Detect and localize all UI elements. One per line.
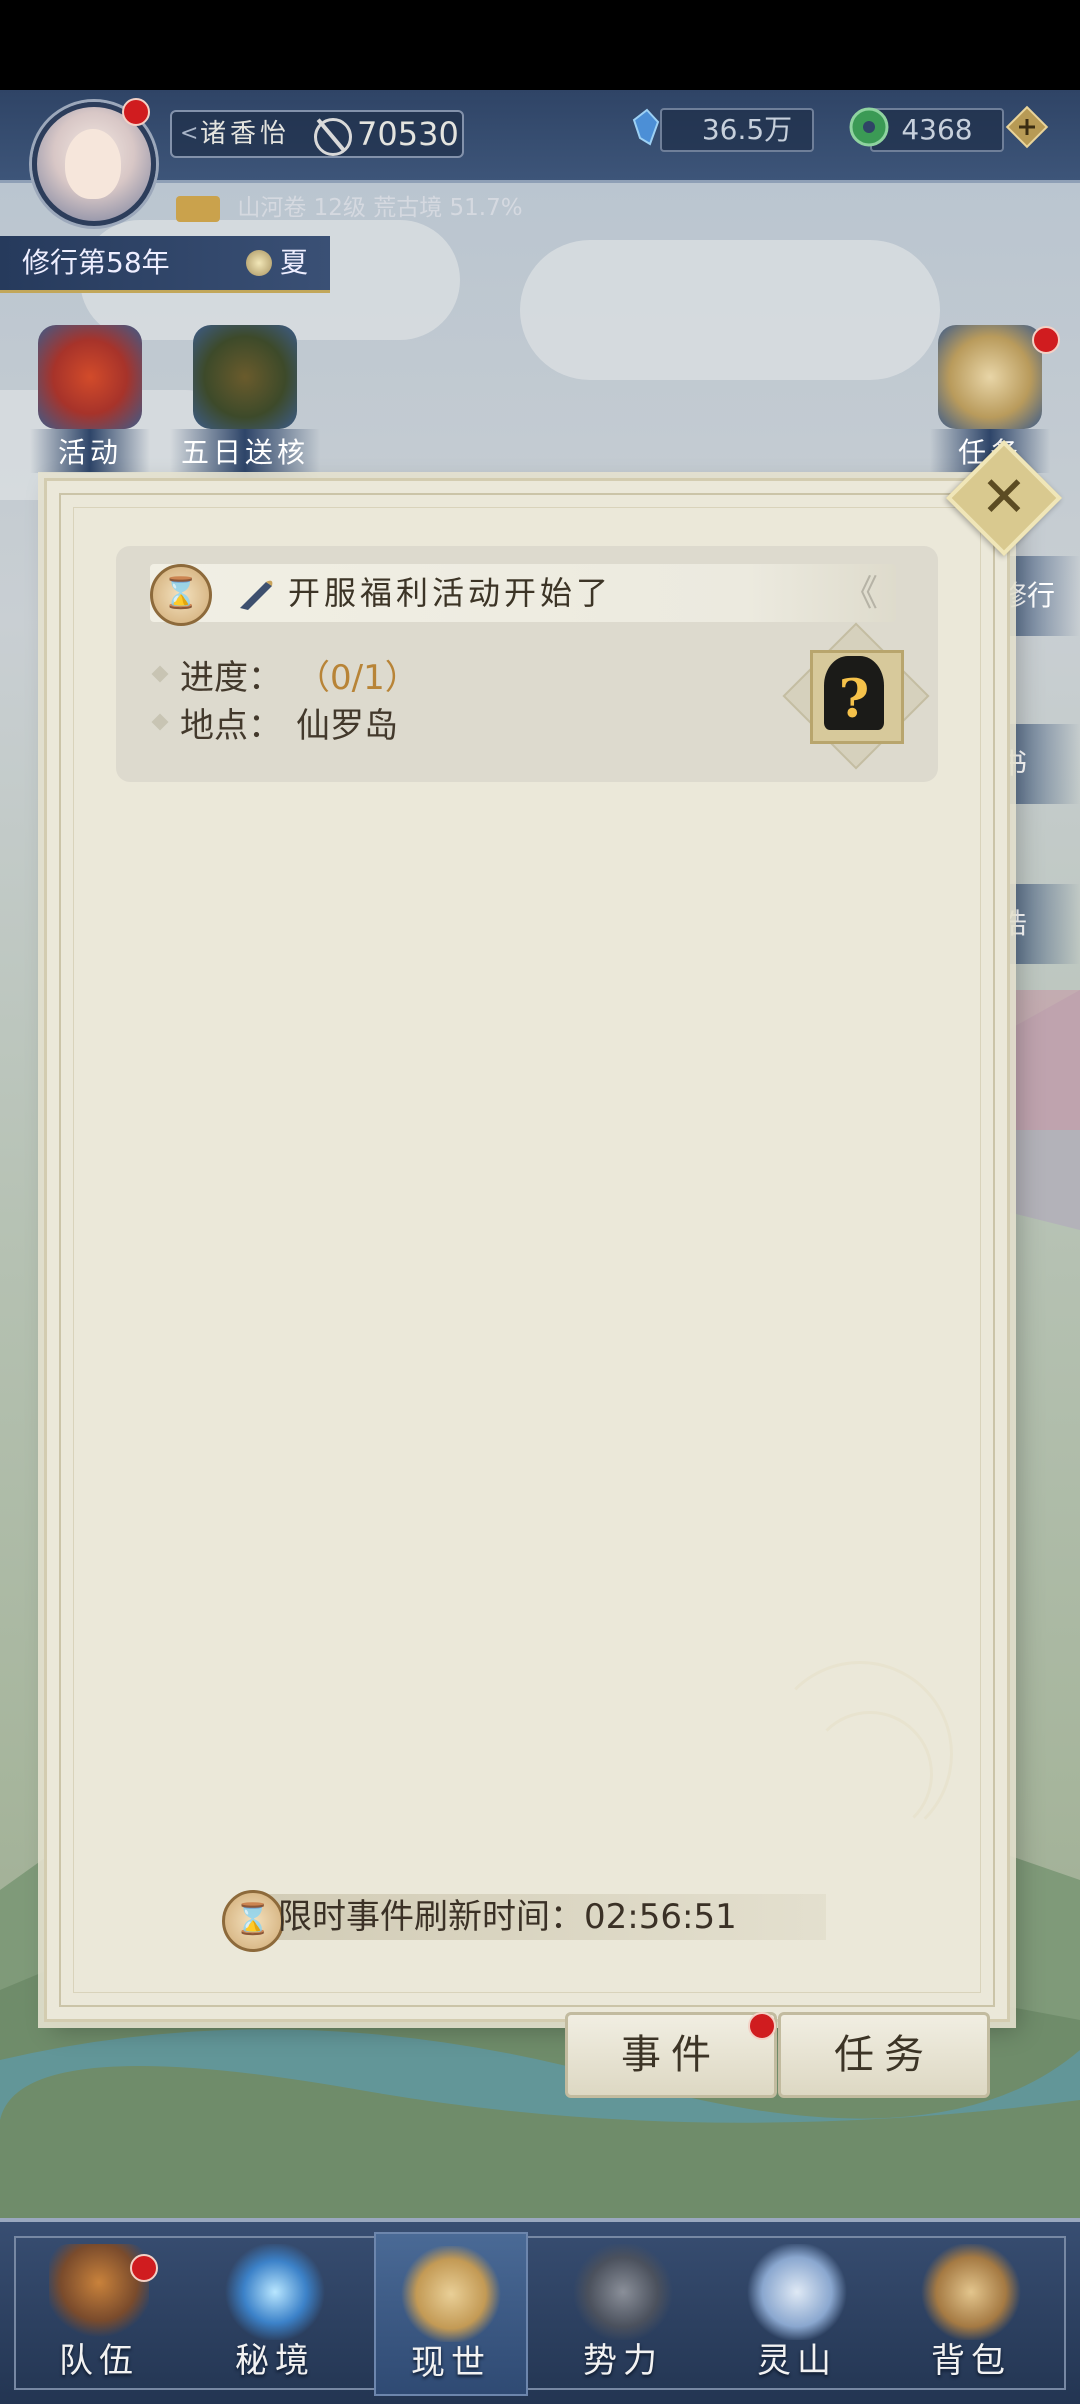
task-scroll-icon (938, 325, 1042, 429)
events-notification-dot (748, 2012, 776, 2040)
arrow-icon: < (180, 121, 199, 146)
timer-hourglass-icon: ⌛ (222, 1890, 284, 1952)
player-name: 诸香怡 (200, 119, 291, 149)
nav-world-label: 现世 (411, 2343, 491, 2383)
event-title: 开服福利活动开始了 (288, 574, 613, 612)
pagoda-icon (573, 2244, 673, 2340)
gem-icon (632, 108, 660, 146)
year-season-bar: 修行第58年 夏 (0, 236, 330, 293)
quill-icon (240, 580, 273, 610)
activity-icon (38, 325, 142, 429)
task-button[interactable]: 任务 (930, 325, 1050, 473)
season-icon (246, 250, 272, 276)
location-value: 仙罗岛 (296, 706, 398, 746)
tab-tasks[interactable]: 任务 (778, 2012, 990, 2098)
scroll-icon (176, 195, 220, 222)
close-icon[interactable]: ✕ (963, 457, 1045, 539)
activity-label: 活动 (30, 429, 150, 473)
nav-team-label: 队伍 (59, 2341, 139, 2381)
refresh-timer-text: 限时事件刷新时间：02:56:51 (278, 1892, 737, 1942)
season-label: 夏 (280, 246, 309, 279)
player-info-box[interactable]: < 诸香怡 70530 (170, 110, 464, 158)
team-notification-dot (130, 2254, 158, 2282)
nav-backpack[interactable]: 背包 (896, 2232, 1046, 2392)
realm-info-text: 山河卷 12级 荒古境 51.7% (237, 195, 523, 221)
nav-world[interactable]: 现世 (374, 2232, 528, 2396)
hourglass-icon: ⌛ (150, 564, 212, 626)
bag-icon (921, 2244, 1021, 2340)
tab-tasks-label: 任务 (834, 2032, 934, 2078)
status-bar (0, 0, 1080, 90)
gem-currency[interactable]: 36.5万 (660, 108, 814, 152)
add-currency-icon[interactable] (1004, 104, 1050, 150)
mountain-icon (747, 2244, 847, 2340)
tab-events-label: 事件 (621, 2032, 721, 2078)
nav-secret-realm-label: 秘境 (235, 2341, 315, 2381)
nav-spirit-mountain-label: 灵山 (757, 2341, 837, 2381)
world-map-icon (401, 2246, 501, 2342)
nav-secret-realm[interactable]: 秘境 (200, 2232, 350, 2392)
progress-value: （0/1） (296, 658, 419, 698)
cultivation-year: 修行第58年 (22, 246, 170, 279)
jade-currency-value: 4368 (901, 113, 973, 146)
nav-backpack-label: 背包 (931, 2341, 1011, 2381)
nav-spirit-mountain[interactable]: 灵山 (722, 2232, 872, 2392)
question-mark-icon: ? (838, 669, 870, 730)
activity-button[interactable]: 活动 (30, 325, 150, 473)
avatar-notification-dot (122, 98, 150, 126)
refresh-timer-value: 02:56:51 (584, 1897, 737, 1937)
location-label: 地点： (180, 706, 282, 746)
jade-currency[interactable]: 4368 (870, 108, 1004, 152)
chevron-left-icon: 《 (842, 573, 879, 614)
mystery-npc-portrait[interactable]: ? (782, 622, 930, 770)
combat-power-icon (314, 118, 352, 156)
gem-currency-value: 36.5万 (701, 113, 793, 146)
nav-faction[interactable]: 势力 (548, 2232, 698, 2392)
task-notification-dot (1032, 326, 1060, 354)
realm-info: 山河卷 12级 荒古境 51.7% (176, 188, 523, 222)
nav-faction-label: 势力 (583, 2341, 663, 2381)
combat-power-value: 70530 (357, 115, 459, 153)
jade-coin-icon (849, 107, 889, 147)
portal-swirl-icon (225, 2244, 325, 2340)
progress-label: 进度： (180, 658, 282, 698)
tab-events[interactable]: 事件 (565, 2012, 777, 2098)
refresh-timer-label: 限时事件刷新时间： (278, 1897, 584, 1937)
core-gift-icon (193, 325, 297, 429)
